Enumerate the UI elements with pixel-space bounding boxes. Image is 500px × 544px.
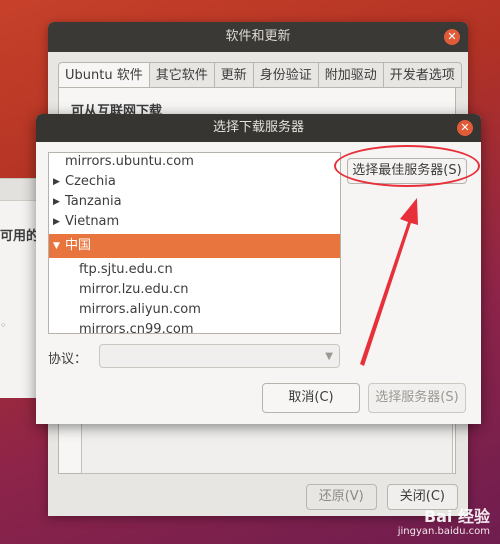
watermark-logo: Bai 经验	[423, 507, 490, 526]
choose-server-dialog: 选择下载服务器 ✕ mirrors.ubuntu.com ▶ Czechia ▶…	[36, 114, 481, 424]
tab-other-software[interactable]: 其它软件	[149, 62, 215, 88]
bullet-icon: ◦	[0, 319, 7, 332]
content-box	[81, 418, 453, 474]
tab-authentication[interactable]: 身份验证	[253, 62, 319, 88]
country-row[interactable]: ▶ Vietnam	[49, 212, 340, 232]
country-row[interactable]: ▶ Tanzania	[49, 192, 340, 212]
watermark-url: jingyan.baidu.com	[397, 526, 490, 537]
close-icon[interactable]: ✕	[444, 29, 460, 45]
left-window-titlebar	[0, 179, 40, 201]
window-title: 软件和更新	[225, 29, 291, 44]
cancel-button[interactable]: 取消(C)	[262, 383, 360, 413]
software-updates-titlebar: 软件和更新 ✕	[48, 22, 468, 52]
mirror-name: mirror.lzu.edu.cn	[79, 282, 189, 297]
country-name: Czechia	[65, 174, 116, 189]
tab-developer-options[interactable]: 开发者选项	[383, 62, 462, 88]
mirror-row[interactable]: mirrors.aliyun.com	[49, 300, 340, 320]
left-partial-window: 可用的 ◦	[0, 178, 40, 398]
country-name: Tanzania	[65, 194, 122, 209]
close-icon[interactable]: ✕	[457, 120, 473, 136]
dialog-titlebar: 选择下载服务器 ✕	[36, 114, 481, 142]
server-name: mirrors.ubuntu.com	[65, 154, 194, 169]
country-name: 中国	[65, 238, 92, 253]
baidu-watermark: Bai 经验 jingyan.baidu.com	[398, 508, 490, 538]
mirror-name: ftp.sjtu.edu.cn	[79, 262, 173, 277]
protocol-select[interactable]: ▼	[99, 344, 340, 368]
dialog-title: 选择下载服务器	[212, 120, 304, 135]
protocol-label: 协议：	[48, 352, 88, 367]
mirror-name: mirrors.cn99.com	[79, 322, 194, 334]
select-server-button[interactable]: 选择服务器(S)	[368, 383, 466, 413]
tab-additional-drivers[interactable]: 附加驱动	[318, 62, 384, 88]
tab-bar: Ubuntu 软件 其它软件 更新 身份验证 附加驱动 开发者选项	[58, 62, 462, 88]
annotation-ring	[334, 145, 480, 187]
country-row[interactable]: ▶ Czechia	[49, 172, 340, 192]
mirror-row[interactable]: mirrors.cn99.com	[49, 320, 340, 334]
expander-right-icon[interactable]: ▶	[53, 172, 60, 192]
mirror-row[interactable]: mirror.lzu.edu.cn	[49, 280, 340, 300]
mirror-row[interactable]: ftp.sjtu.edu.cn	[49, 260, 340, 280]
mirror-name: mirrors.aliyun.com	[79, 302, 201, 317]
revert-button[interactable]: 还原(V)	[305, 484, 377, 510]
server-list[interactable]: mirrors.ubuntu.com ▶ Czechia ▶ Tanzania …	[48, 152, 341, 334]
country-row-selected[interactable]: ▼ 中国	[49, 234, 340, 258]
expander-down-icon[interactable]: ▼	[53, 234, 60, 258]
expander-right-icon[interactable]: ▶	[53, 212, 60, 232]
list-item[interactable]: mirrors.ubuntu.com	[49, 153, 340, 172]
tab-updates[interactable]: 更新	[214, 62, 254, 88]
tab-ubuntu-software[interactable]: Ubuntu 软件	[58, 62, 150, 88]
expander-right-icon[interactable]: ▶	[53, 192, 60, 212]
chevron-down-icon: ▼	[325, 351, 333, 362]
partial-label: 可用的	[0, 229, 40, 244]
country-name: Vietnam	[65, 214, 120, 229]
